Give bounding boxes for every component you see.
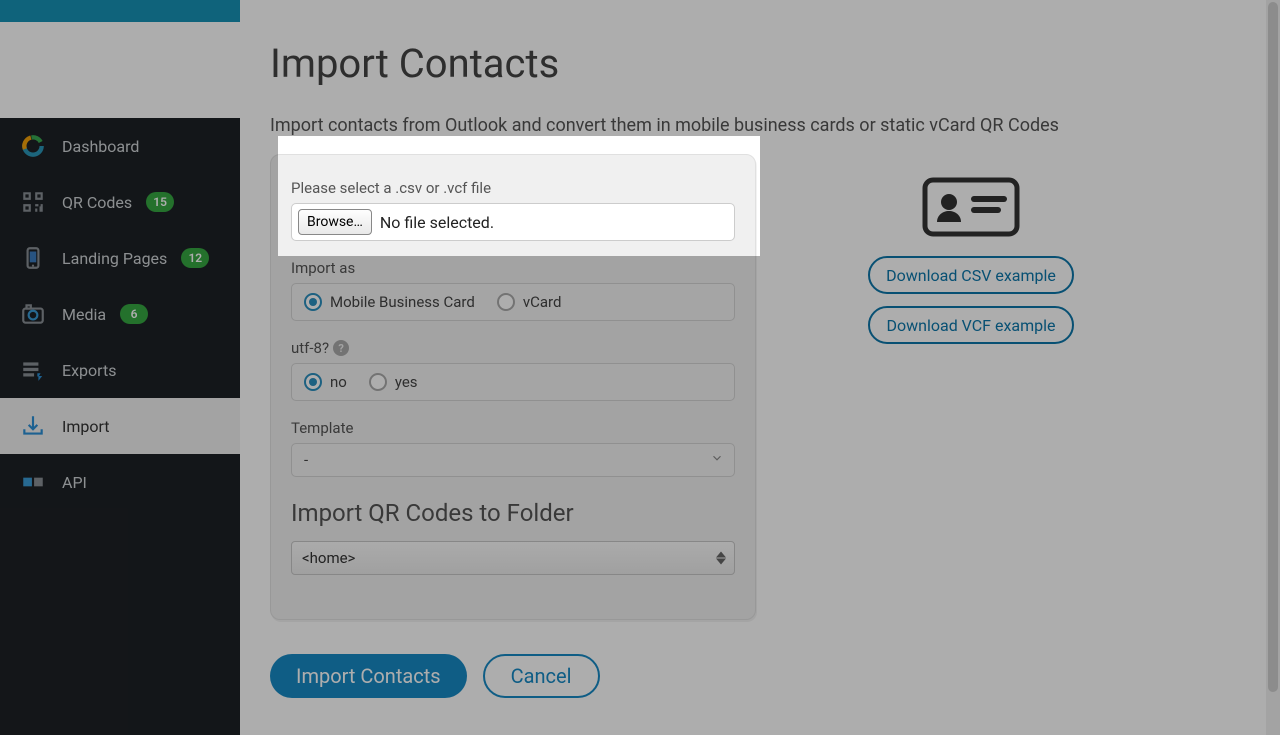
browse-button[interactable]: Browse…: [298, 209, 372, 235]
import-contacts-button[interactable]: Import Contacts: [270, 654, 467, 698]
chevron-down-icon: [710, 451, 724, 469]
radio-label: yes: [395, 373, 418, 391]
sidebar-item-dashboard[interactable]: Dashboard: [0, 118, 240, 174]
top-accent-strip: [0, 0, 240, 22]
phone-icon: [18, 243, 48, 273]
sidebar-badge: 15: [146, 192, 174, 212]
sidebar-item-api[interactable]: API: [0, 454, 240, 510]
sidebar-item-import[interactable]: Import: [0, 398, 240, 454]
header-gap: [0, 22, 240, 118]
import-form-card: Please select a .csv or .vcf file Browse…: [270, 154, 756, 620]
exports-icon: [18, 355, 48, 385]
utf8-radiogroup: no yes: [291, 363, 735, 401]
sidebar-badge: 12: [181, 248, 209, 268]
template-select[interactable]: -: [291, 443, 735, 477]
sidebar-item-label: Media: [62, 305, 106, 324]
import-as-radiogroup: Mobile Business Card vCard: [291, 283, 735, 321]
qr-code-icon: [18, 187, 48, 217]
import-icon: [18, 411, 48, 441]
radio-label: vCard: [523, 293, 562, 311]
sidebar-item-label: API: [62, 473, 87, 492]
sidebar-item-label: QR Codes: [62, 193, 132, 212]
help-icon[interactable]: ?: [333, 340, 349, 356]
radio-mobile-card[interactable]: Mobile Business Card: [304, 293, 475, 311]
sidebar-item-qrcodes[interactable]: QR Codes 15: [0, 174, 240, 230]
file-placeholder: No file selected.: [380, 213, 494, 232]
radio-utf8-no[interactable]: no: [304, 373, 347, 391]
page-title: Import Contacts: [270, 40, 1236, 87]
scrollbar-thumb[interactable]: [1268, 2, 1278, 692]
template-value: -: [304, 451, 308, 469]
sidebar-item-media[interactable]: Media 6: [0, 286, 240, 342]
download-vcf-button[interactable]: Download VCF example: [868, 306, 1073, 344]
camera-icon: [18, 299, 48, 329]
file-input[interactable]: Browse… No file selected.: [291, 203, 735, 241]
template-label: Template: [291, 419, 735, 437]
sidebar-item-label: Import: [62, 417, 110, 436]
page-scrollbar[interactable]: [1266, 0, 1280, 735]
radio-label: no: [330, 373, 347, 391]
sidebar-item-label: Dashboard: [62, 137, 139, 156]
actions-row: Import Contacts Cancel: [270, 654, 756, 698]
download-csv-button[interactable]: Download CSV example: [868, 256, 1074, 294]
sidebar-item-label: Landing Pages: [62, 249, 167, 268]
api-icon: [18, 467, 48, 497]
folder-value: <home>: [302, 549, 355, 567]
sidebar-item-exports[interactable]: Exports: [0, 342, 240, 398]
radio-utf8-yes[interactable]: yes: [369, 373, 418, 391]
folder-select[interactable]: <home>: [291, 541, 735, 575]
folder-heading: Import QR Codes to Folder: [291, 499, 735, 527]
sidebar: Dashboard QR Codes 15 Landing Pages 12: [0, 118, 240, 735]
file-field-label: Please select a .csv or .vcf file: [291, 179, 735, 197]
cancel-button[interactable]: Cancel: [483, 654, 600, 698]
main-content: Import Contacts Import contacts from Out…: [240, 0, 1266, 735]
radio-vcard[interactable]: vCard: [497, 293, 562, 311]
donut-chart-icon: [18, 131, 48, 161]
utf8-label: utf-8? ?: [291, 339, 735, 357]
import-as-label: Import as: [291, 259, 735, 277]
page-subtitle: Import contacts from Outlook and convert…: [270, 115, 1236, 136]
select-arrows-icon: [716, 552, 726, 565]
id-card-icon: [921, 174, 1021, 244]
sidebar-item-label: Exports: [62, 361, 116, 380]
radio-label: Mobile Business Card: [330, 293, 475, 311]
sidebar-badge: 6: [120, 304, 148, 324]
sidebar-item-landing-pages[interactable]: Landing Pages 12: [0, 230, 240, 286]
